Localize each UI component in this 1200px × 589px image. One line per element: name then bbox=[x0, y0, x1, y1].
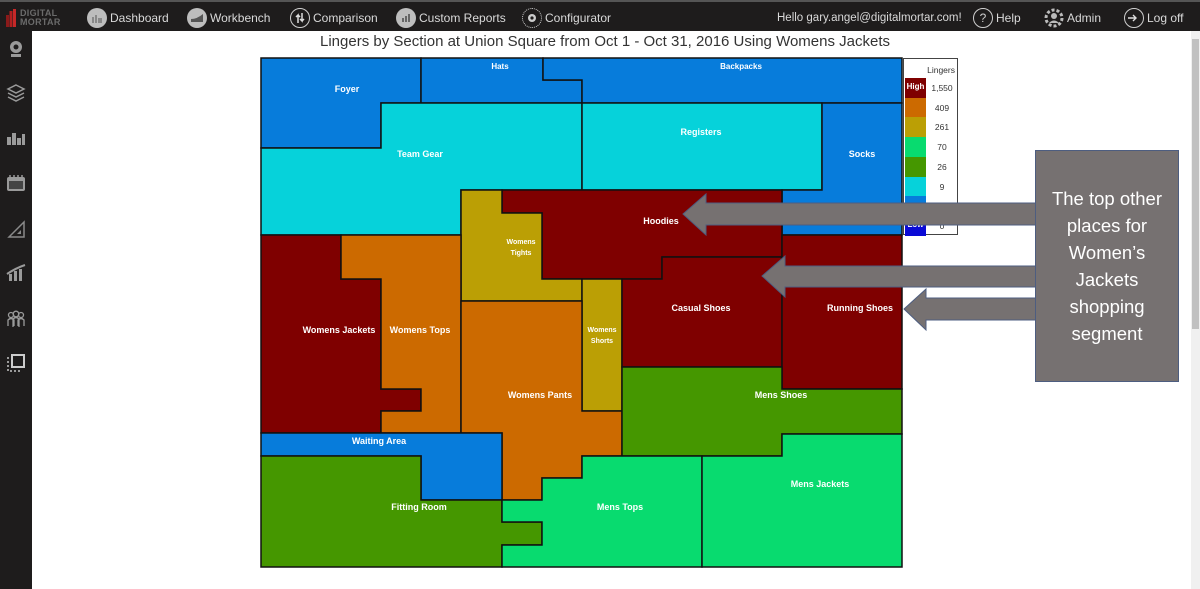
legend-value: 9 bbox=[939, 181, 945, 192]
legend-row: 9 bbox=[905, 176, 957, 197]
legend-value: 261 bbox=[934, 122, 950, 133]
legend-swatch bbox=[905, 117, 926, 138]
legend-row: 2 bbox=[905, 196, 957, 217]
section-label-hoodies: Hoodies bbox=[643, 216, 679, 226]
legend-title: Lingers bbox=[927, 65, 955, 75]
section-label-womens-jackets: Womens Jackets bbox=[303, 325, 376, 335]
section-label-womens-tights: Tights bbox=[511, 250, 532, 257]
section-label-womens-shorts: Womens bbox=[587, 327, 616, 334]
section-label-foyer: Foyer bbox=[335, 84, 360, 94]
store-heatmap: Foyer Hats Backpacks Team Gear Registers Sock… bbox=[260, 57, 903, 568]
legend-swatch: High bbox=[905, 78, 926, 98]
section-label-casual-shoes: Casual Shoes bbox=[671, 303, 730, 313]
legend-row: High 1,550 bbox=[905, 78, 957, 98]
legend-row: 409 bbox=[905, 97, 957, 118]
legend-row: 26 bbox=[905, 156, 957, 177]
section-label-womens-shorts: Shorts bbox=[591, 338, 613, 345]
section-label-fitting-room: Fitting Room bbox=[391, 502, 447, 512]
section-label-running-shoes: Running Shoes bbox=[827, 303, 893, 313]
legend-swatch bbox=[905, 156, 926, 177]
legend-value: 70 bbox=[937, 142, 947, 153]
legend-row: 261 bbox=[905, 117, 957, 138]
section-label-mens-tops: Mens Tops bbox=[597, 502, 643, 512]
legend-swatch: Low bbox=[905, 215, 926, 236]
legend-value: 409 bbox=[934, 102, 950, 113]
legend-swatch bbox=[905, 196, 926, 217]
section-registers[interactable] bbox=[581, 102, 823, 191]
legend-value: 2 bbox=[939, 201, 945, 212]
legend-value: 26 bbox=[937, 161, 947, 172]
section-label-mens-jackets: Mens Jackets bbox=[791, 479, 850, 489]
section-label-womens-tights: Womens bbox=[506, 239, 535, 246]
section-label-waiting-area: Waiting Area bbox=[352, 436, 407, 446]
legend-value: 0 bbox=[939, 220, 945, 231]
legend: Lingers High 1,550 409 261 70 26 9 2 Low 0 bbox=[903, 58, 958, 236]
legend-value: 1,550 bbox=[931, 83, 953, 93]
section-label-hats: Hats bbox=[491, 62, 509, 71]
section-label-womens-pants: Womens Pants bbox=[508, 390, 572, 400]
legend-swatch bbox=[905, 97, 926, 118]
annotation-callout: The top other places for Women’s Jackets… bbox=[1035, 150, 1179, 382]
legend-swatch bbox=[905, 137, 926, 158]
legend-swatch bbox=[905, 176, 926, 197]
section-label-socks: Socks bbox=[849, 149, 876, 159]
section-label-backpacks: Backpacks bbox=[720, 62, 762, 71]
legend-row: 70 bbox=[905, 137, 957, 158]
section-label-registers: Registers bbox=[680, 127, 721, 137]
legend-swatch-label: High bbox=[906, 82, 925, 91]
section-label-mens-shoes: Mens Shoes bbox=[755, 390, 808, 400]
section-womens-shorts[interactable] bbox=[581, 278, 623, 412]
legend-row: Low 0 bbox=[905, 215, 957, 236]
section-label-team-gear: Team Gear bbox=[397, 149, 443, 159]
legend-swatch-label: Low bbox=[907, 219, 924, 229]
section-label-womens-tops: Womens Tops bbox=[390, 325, 451, 335]
